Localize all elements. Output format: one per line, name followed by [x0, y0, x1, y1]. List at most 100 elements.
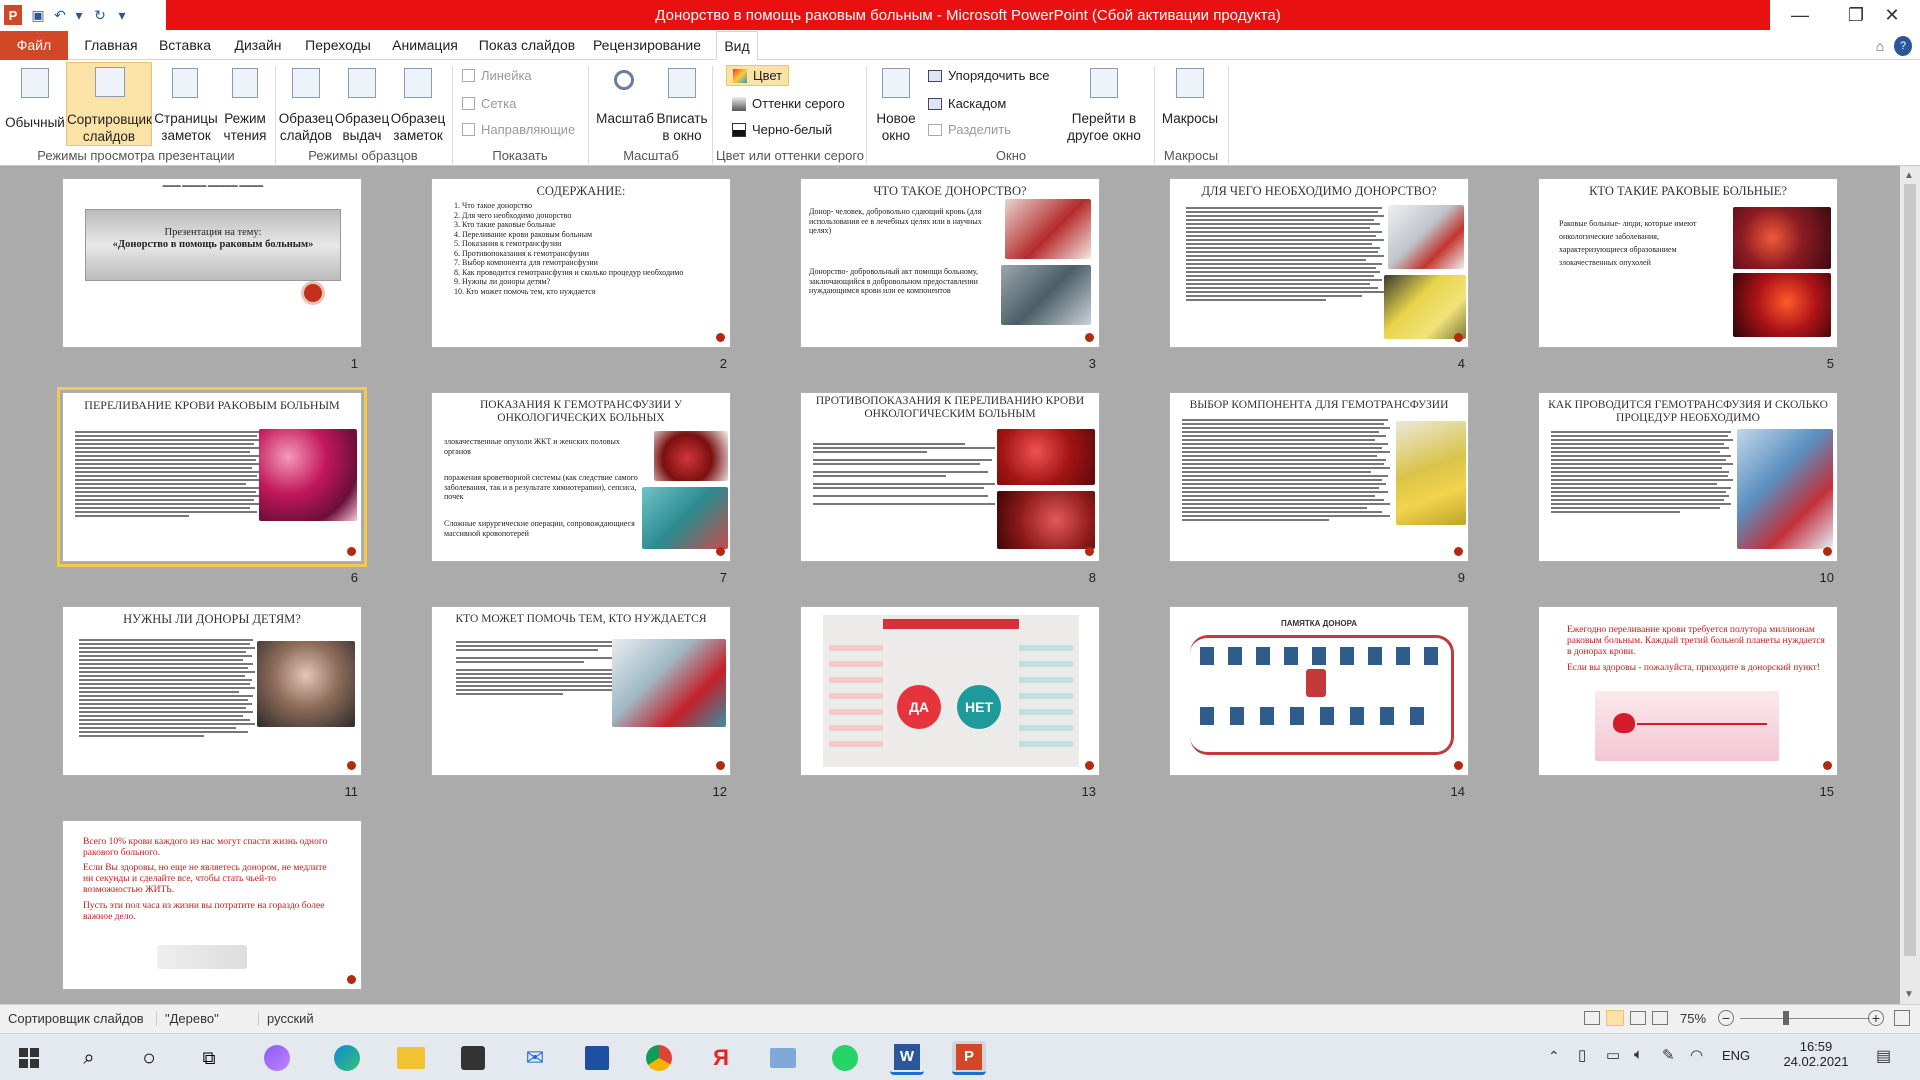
save-icon[interactable]: ▣: [28, 5, 48, 25]
slide-thumbnail-8[interactable]: ПРОТИВОПОКАЗАНИЯ К ПЕРЕЛИВАНИЮ КРОВИ ОНК…: [800, 392, 1100, 562]
tab-slideshow[interactable]: Показ слайдов: [475, 31, 579, 60]
slide-thumbnail-4[interactable]: ДЛЯ ЧЕГО НЕОБХОДИМО ДОНОРСТВО?: [1169, 178, 1469, 348]
macros-button[interactable]: Макросы: [1158, 64, 1222, 144]
new-window-button[interactable]: Новое окно: [870, 64, 922, 144]
clock[interactable]: 16:59 24.02.2021: [1776, 1039, 1856, 1069]
store-icon[interactable]: [461, 1046, 485, 1070]
keyboard-language[interactable]: ENG: [1722, 1048, 1750, 1063]
zoom-button[interactable]: Масштаб: [592, 64, 658, 144]
undo-dropdown-icon[interactable]: ▾: [72, 5, 86, 25]
status-language[interactable]: русский: [258, 1011, 314, 1026]
help-icon[interactable]: ?: [1894, 36, 1912, 56]
color-button[interactable]: Цвет: [726, 65, 790, 86]
tab-animation[interactable]: Анимация: [388, 31, 462, 60]
slide-thumbnail-13[interactable]: ДА НЕТ: [800, 606, 1100, 776]
fit-slide-icon[interactable]: [1894, 1010, 1910, 1026]
zoom-in-icon[interactable]: +: [1868, 1010, 1884, 1026]
reading-view-status-icon[interactable]: [1630, 1011, 1646, 1025]
switch-window-button[interactable]: Перейти в другое окно: [1056, 64, 1152, 144]
zoom-slider-track[interactable]: [1740, 1018, 1870, 1019]
redo-icon[interactable]: ↻: [90, 5, 110, 25]
tray-arrow-icon[interactable]: ⌃: [1548, 1048, 1560, 1065]
slide-thumbnail-15[interactable]: Ежегодно переливание крови требуется пол…: [1538, 606, 1838, 776]
windows-start-icon[interactable]: [12, 1041, 46, 1075]
slide-thumbnail-9[interactable]: ВЫБОР КОМПОНЕНТА ДЛЯ ГЕМОТРАНСФУЗИИ: [1169, 392, 1469, 562]
reading-view-button[interactable]: Режим чтения: [218, 64, 272, 144]
floppy-app-icon[interactable]: [585, 1046, 609, 1070]
group-label-zoom: Масштаб: [623, 148, 679, 163]
tab-view[interactable]: Вид: [716, 31, 758, 61]
scroll-down-icon[interactable]: ▼: [1904, 989, 1914, 1000]
notes-page-button[interactable]: Страницы заметок: [154, 64, 218, 144]
slide-sorter-button[interactable]: Сортировщик слайдов: [66, 62, 152, 146]
slide-thumbnail-10[interactable]: КАК ПРОВОДИТСЯ ГЕМОТРАНСФУЗИЯ И СКОЛЬКО …: [1538, 392, 1838, 562]
scroll-thumb[interactable]: [1904, 184, 1916, 956]
tab-file[interactable]: Файл: [0, 31, 68, 60]
slide-thumbnail-7[interactable]: ПОКАЗАНИЯ К ГЕМОТРАНСФУЗИИ У ОНКОЛОГИЧЕС…: [431, 392, 731, 562]
pen-icon[interactable]: ✎: [1662, 1046, 1675, 1064]
monitor-app-icon[interactable]: [770, 1048, 796, 1068]
normal-view-status-icon[interactable]: [1584, 1011, 1600, 1025]
alice-assistant-icon[interactable]: [264, 1045, 290, 1071]
mail-icon[interactable]: ✉: [518, 1041, 552, 1075]
group-label-window: Окно: [995, 148, 1027, 163]
powerpoint-taskbar-icon[interactable]: P: [956, 1043, 982, 1070]
tab-design[interactable]: Дизайн: [228, 31, 288, 60]
grayscale-button[interactable]: Оттенки серого: [732, 96, 845, 111]
task-view-icon[interactable]: ⧉: [192, 1041, 226, 1075]
slide-thumbnail-1[interactable]: ▬▬▬ ▬▬▬▬ ▬▬▬▬▬ ▬▬▬▬ Презентация на тему:…: [62, 178, 362, 348]
slide-thumbnail-14[interactable]: ПАМЯТКА ДОНОРА: [1169, 606, 1469, 776]
normal-view-button[interactable]: Обычный: [4, 64, 66, 144]
zoom-level[interactable]: 75%: [1680, 1011, 1706, 1026]
powerpoint-app-icon[interactable]: P: [4, 5, 22, 25]
tab-home[interactable]: Главная: [80, 31, 142, 60]
word-icon[interactable]: W: [894, 1043, 920, 1070]
arrange-all-button[interactable]: Упорядочить все: [928, 68, 1049, 83]
slide-master-button[interactable]: Образец слайдов: [278, 64, 334, 144]
slide-thumbnail-11[interactable]: НУЖНЫ ЛИ ДОНОРЫ ДЕТЯМ?: [62, 606, 362, 776]
notifications-icon[interactable]: ▤: [1876, 1046, 1891, 1066]
customize-qat-icon[interactable]: ▾: [112, 5, 132, 25]
scroll-up-icon[interactable]: ▲: [1904, 170, 1914, 181]
fit-to-window-button[interactable]: Вписать в окно: [656, 64, 708, 144]
slide-thumbnail-12[interactable]: КТО МОЖЕТ ПОМОЧЬ ТЕМ, КТО НУЖДАЕТСЯ: [431, 606, 731, 776]
close-icon[interactable]: ✕: [1864, 0, 1920, 31]
yandex-browser-icon[interactable]: Я: [704, 1041, 738, 1075]
chrome-icon[interactable]: [646, 1045, 672, 1071]
split-button[interactable]: Разделить: [928, 122, 1011, 137]
notes-master-button[interactable]: Образец заметок: [390, 64, 446, 144]
slide-thumbnail-2[interactable]: СОДЕРЖАНИЕ: 1. Что такое донорство 2. Дл…: [431, 178, 731, 348]
slide-thumbnail-16[interactable]: Всего 10% крови каждого из нас могут спа…: [62, 820, 362, 990]
sorter-view-status-icon[interactable]: [1606, 1010, 1624, 1026]
slide-7-dot: [716, 547, 725, 556]
wifi-icon[interactable]: ◠: [1690, 1046, 1703, 1064]
slideshow-status-icon[interactable]: [1652, 1011, 1668, 1025]
handout-master-button[interactable]: Образец выдач: [334, 64, 390, 144]
edge-browser-icon[interactable]: [334, 1045, 360, 1071]
whatsapp-icon[interactable]: [832, 1045, 858, 1071]
guides-checkbox[interactable]: Направляющие: [462, 122, 575, 137]
zoom-slider-handle[interactable]: [1783, 1011, 1789, 1025]
vertical-scrollbar[interactable]: ▲ ▼: [1900, 166, 1920, 1004]
cortana-icon[interactable]: ○: [132, 1041, 166, 1075]
ruler-checkbox[interactable]: Линейка: [462, 68, 532, 83]
undo-icon[interactable]: ↶: [50, 5, 70, 25]
tray-battery-icon[interactable]: ▭: [1606, 1046, 1620, 1064]
slide-thumbnail-5[interactable]: КТО ТАКИЕ РАКОВЫЕ БОЛЬНЫЕ? Раковые больн…: [1538, 178, 1838, 348]
collapse-ribbon-icon[interactable]: ⌂: [1872, 36, 1888, 56]
slide-thumbnail-3[interactable]: ЧТО ТАКОЕ ДОНОРСТВО? Донор- человек, доб…: [800, 178, 1100, 348]
volume-icon[interactable]: 🔈︎: [1634, 1046, 1643, 1063]
grid-checkbox[interactable]: Сетка: [462, 96, 516, 111]
slide-6-title: ПЕРЕЛИВАНИЕ КРОВИ РАКОВЫМ БОЛЬНЫМ: [84, 398, 340, 412]
tab-insert[interactable]: Вставка: [155, 31, 215, 60]
minimize-icon[interactable]: —: [1772, 0, 1828, 31]
tab-transitions[interactable]: Переходы: [300, 31, 376, 60]
cascade-button[interactable]: Каскадом: [928, 96, 1006, 111]
tab-review[interactable]: Рецензирование: [592, 31, 702, 60]
slide-thumbnail-6[interactable]: ПЕРЕЛИВАНИЕ КРОВИ РАКОВЫМ БОЛЬНЫМ: [57, 387, 367, 567]
zoom-out-icon[interactable]: −: [1718, 1010, 1734, 1026]
file-explorer-icon[interactable]: [397, 1047, 425, 1069]
black-white-button[interactable]: Черно-белый: [732, 122, 832, 137]
tray-device-icon[interactable]: ▯: [1578, 1046, 1586, 1064]
search-icon[interactable]: ⌕: [72, 1041, 106, 1075]
